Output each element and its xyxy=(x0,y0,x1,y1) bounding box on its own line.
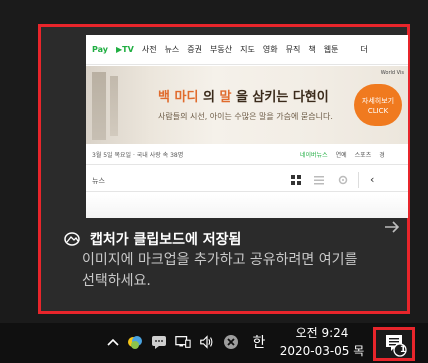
clock[interactable]: 오전 9:24 2020-03-05 목 xyxy=(276,324,368,360)
clock-date: 2020-03-05 목 xyxy=(279,344,365,358)
nav-item: 뮤직 xyxy=(285,45,301,54)
toast-title-row: 캡처가 클립보드에 저장됨 xyxy=(64,229,241,249)
info-link: 네이버뉴스 xyxy=(300,152,328,159)
naver-nav-bar: Pay ▶TV 사전 뉴스 증권 부동산 지도 영화 뮤직 책 웹툰 더 xyxy=(86,35,408,65)
blocked-icon[interactable] xyxy=(223,334,239,350)
chat-icon[interactable] xyxy=(151,334,167,350)
nav-item: 뉴스 xyxy=(164,45,180,54)
tools-label: 뉴스 xyxy=(92,177,105,185)
chevron-up-icon[interactable] xyxy=(105,334,121,350)
banner-subtext: 사람들의 시선, 아이는 수많은 말을 가슴에 묻습니다. xyxy=(158,112,333,121)
app-tray-icon[interactable] xyxy=(127,334,143,350)
news-info-row: 3월 5일 목요일 · 국내 사랑 속 38명 네이버뉴스 연예 스포츠 경 xyxy=(86,145,408,165)
nav-tv: ▶TV xyxy=(116,45,134,54)
toast-body: 이미지에 마크업을 추가하고 공유하려면 여기를 선택하세요. xyxy=(82,252,358,289)
ime-indicator[interactable]: 한 xyxy=(251,334,267,351)
info-link: 스포츠 xyxy=(354,152,372,159)
info-link: 경 xyxy=(379,152,385,159)
nav-item: 지도 xyxy=(240,45,255,54)
volume-icon[interactable] xyxy=(199,334,215,350)
nav-pay: Pay xyxy=(92,45,109,54)
info-link: 연예 xyxy=(335,152,347,159)
toast-title: 캡처가 클립보드에 저장됨 xyxy=(90,232,242,248)
banner-headline: 백 마디 의 말 을 삼키는 다현이 xyxy=(158,90,329,105)
settings-icon xyxy=(338,175,348,185)
clock-time: 오전 9:24 xyxy=(295,326,349,340)
nav-item: 영화 xyxy=(262,45,278,54)
network-icon[interactable] xyxy=(175,334,191,350)
info-left: 3월 5일 목요일 · 국내 사랑 속 38명 xyxy=(92,152,184,159)
nav-item: 부동산 xyxy=(210,45,233,54)
arrow-right-icon[interactable] xyxy=(384,219,400,238)
banner-photo xyxy=(92,72,106,140)
grid-view-icon xyxy=(291,175,301,185)
list-view-icon xyxy=(314,176,324,185)
nav-item: 책 xyxy=(308,45,316,54)
action-center-button[interactable]: 1 xyxy=(373,327,415,361)
notification-count: 1 xyxy=(399,345,407,355)
news-tool-row: 뉴스 ‹ xyxy=(86,170,408,192)
nav-item: 사전 xyxy=(141,45,157,54)
nav-item: 웹툰 xyxy=(323,45,339,54)
thumbnail-fade xyxy=(86,195,408,218)
banner-sponsor-logo: World Vis xyxy=(380,70,404,76)
banner-photo-detail xyxy=(110,76,118,136)
chevron-left-icon: ‹ xyxy=(370,173,375,186)
screenshot-thumbnail[interactable]: Pay ▶TV 사전 뉴스 증권 부동산 지도 영화 뮤직 책 웹툰 더 백 마… xyxy=(86,35,408,218)
nav-overflow: 더 xyxy=(360,45,368,54)
nav-item: 증권 xyxy=(187,45,203,54)
banner-cta: 자세히보기 CLICK xyxy=(354,84,402,126)
snip-sketch-icon xyxy=(64,232,80,246)
ad-banner: 백 마디 의 말 을 삼키는 다현이 사람들의 시선, 아이는 수많은 말을 가… xyxy=(86,66,408,144)
